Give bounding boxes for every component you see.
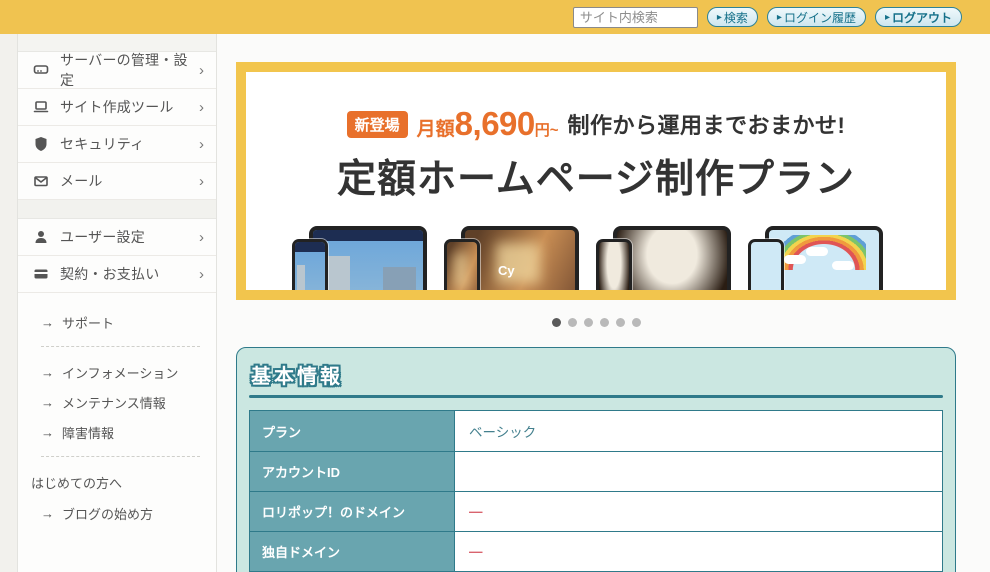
row-label: ロリポップ！のドメイン — [249, 491, 455, 532]
basic-info-table: プラン ベーシック アカウントID ロリポップ！のドメイン — 独自ドメイン —… — [249, 410, 943, 572]
sidebar-item-security[interactable]: セキュリティ › — [18, 126, 216, 163]
row-value: — — [454, 491, 943, 532]
promo-banner[interactable]: 新登場 月額 8,690 円~ 制作から運用までおまかせ! 定額ホームページ制作… — [236, 62, 956, 300]
device-mockup-kids — [748, 226, 883, 290]
new-badge: 新登場 — [346, 110, 408, 138]
topbar: ▸ 検索 ▸ ログイン履歴 ▸ ログアウト — [0, 0, 990, 34]
sidebar-item-label: サイト作成ツール — [60, 99, 174, 115]
sidebar-item-label: ユーザー設定 — [60, 229, 145, 245]
login-history-button-label: ログイン履歴 — [783, 10, 856, 25]
search-button-label: 検索 — [723, 10, 748, 25]
arrow-right-icon: → — [41, 425, 54, 440]
page-left-margin — [0, 34, 17, 572]
table-row: プラン ベーシック — [249, 410, 943, 452]
sidebar-group-gap — [18, 200, 216, 219]
table-row: 独自ドメイン — — [249, 531, 943, 572]
sidebar-item-billing[interactable]: 契約・お支払い › — [18, 256, 216, 293]
carousel-dot[interactable] — [599, 318, 609, 327]
device-mockups: Cy — [246, 226, 946, 290]
arrow-right-icon: → — [41, 395, 54, 410]
price-prefix: 月額 — [416, 119, 455, 140]
sidebar-item-label: サーバーの管理・設定 — [60, 52, 188, 88]
price-amount: 8,690 — [454, 105, 536, 142]
banner-tagline: 制作から運用までおまかせ! — [567, 113, 846, 138]
device-mockup-corporate — [292, 226, 427, 290]
chevron-right-icon: › — [199, 265, 204, 283]
sidebar-item-server-settings[interactable]: サーバーの管理・設定 › — [18, 52, 216, 89]
device-mockup-hotel: Cy — [444, 226, 579, 290]
row-label: 独自ドメイン — [249, 531, 455, 572]
row-value: — — [454, 531, 943, 572]
logout-button-label: ログアウト — [891, 10, 952, 25]
arrow-right-icon: → — [41, 315, 54, 330]
row-label: プラン — [249, 410, 455, 452]
sidebar-link-support[interactable]: → サポート — [41, 313, 200, 332]
sidebar-link-label: サポート — [62, 316, 115, 331]
arrow-right-icon: ▸ — [716, 11, 722, 23]
carousel-dots — [236, 318, 956, 327]
main-content: 新登場 月額 8,690 円~ 制作から運用までおまかせ! 定額ホームページ制作… — [236, 62, 956, 572]
login-history-button[interactable]: ▸ ログイン履歴 — [766, 7, 866, 27]
sidebar-links: → サポート → インフォメーション → メンテナンス情報 → 障害情報 はじめ… — [18, 293, 216, 523]
divider — [41, 456, 200, 457]
sidebar-link-incidents[interactable]: → 障害情報 — [41, 423, 200, 442]
server-icon — [32, 61, 50, 79]
basic-info-panel: 基本情報 プラン ベーシック アカウントID ロリポップ！のドメイン — 独自ド… — [236, 347, 956, 572]
row-label: アカウントID — [249, 451, 455, 492]
device-mockup-bar — [596, 226, 731, 290]
sidebar-beginners-label: はじめての方へ — [31, 476, 123, 491]
sidebar-item-mail[interactable]: メール › — [18, 163, 216, 200]
laptop-icon — [32, 98, 50, 116]
row-value: ベーシック — [454, 410, 943, 452]
carousel-dot[interactable] — [615, 318, 625, 327]
user-icon — [32, 228, 50, 246]
chevron-right-icon: › — [199, 172, 204, 190]
divider — [249, 395, 943, 398]
table-row: ロリポップ！のドメイン — — [249, 491, 943, 532]
carousel-dot[interactable] — [631, 318, 641, 327]
carousel-dot[interactable] — [551, 318, 561, 327]
sidebar-link-label: インフォメーション — [62, 366, 179, 381]
table-row: アカウントID — [249, 451, 943, 492]
sidebar-item-label: セキュリティ — [60, 136, 145, 152]
shield-icon — [32, 135, 50, 153]
search-button[interactable]: ▸ 検索 — [706, 7, 758, 27]
sidebar-link-information[interactable]: → インフォメーション — [41, 363, 200, 382]
carousel-dot[interactable] — [567, 318, 577, 327]
sidebar-item-site-tools[interactable]: サイト作成ツール › — [18, 89, 216, 126]
arrow-right-icon: ▸ — [776, 11, 782, 23]
arrow-right-icon: → — [41, 506, 54, 521]
credit-card-icon — [32, 265, 50, 283]
divider — [41, 346, 200, 347]
sidebar-link-blog-start[interactable]: → ブログの始め方 — [41, 504, 200, 523]
sidebar: サーバーの管理・設定 › サイト作成ツール › セキュリティ › メール › ユ… — [17, 34, 217, 572]
mail-icon — [32, 172, 50, 190]
sidebar-link-label: 障害情報 — [62, 426, 115, 441]
arrow-right-icon: → — [41, 365, 54, 380]
arrow-right-icon: ▸ — [884, 11, 890, 23]
chevron-right-icon: › — [199, 61, 204, 79]
banner-price: 月額 8,690 円~ — [417, 105, 559, 143]
sidebar-link-label: ブログの始め方 — [62, 507, 154, 522]
price-suffix: 円~ — [534, 122, 559, 139]
banner-title: 定額ホームページ制作プラン — [336, 158, 856, 201]
chevron-right-icon: › — [199, 98, 204, 116]
carousel-dot[interactable] — [583, 318, 593, 327]
sidebar-item-user-settings[interactable]: ユーザー設定 › — [18, 219, 216, 256]
sidebar-link-label: メンテナンス情報 — [62, 396, 166, 411]
basic-info-title: 基本情報 — [251, 366, 343, 388]
chevron-right-icon: › — [199, 228, 204, 246]
search-input[interactable] — [572, 6, 698, 28]
row-value — [454, 451, 943, 492]
sidebar-item-label: 契約・お支払い — [60, 266, 160, 282]
logout-button[interactable]: ▸ ログアウト — [874, 7, 962, 27]
banner-copy: 新登場 月額 8,690 円~ 制作から運用までおまかせ! 定額ホームページ制作… — [246, 105, 946, 204]
chevron-right-icon: › — [199, 135, 204, 153]
sidebar-item-label: メール — [60, 173, 103, 189]
sidebar-link-maintenance[interactable]: → メンテナンス情報 — [41, 393, 200, 412]
